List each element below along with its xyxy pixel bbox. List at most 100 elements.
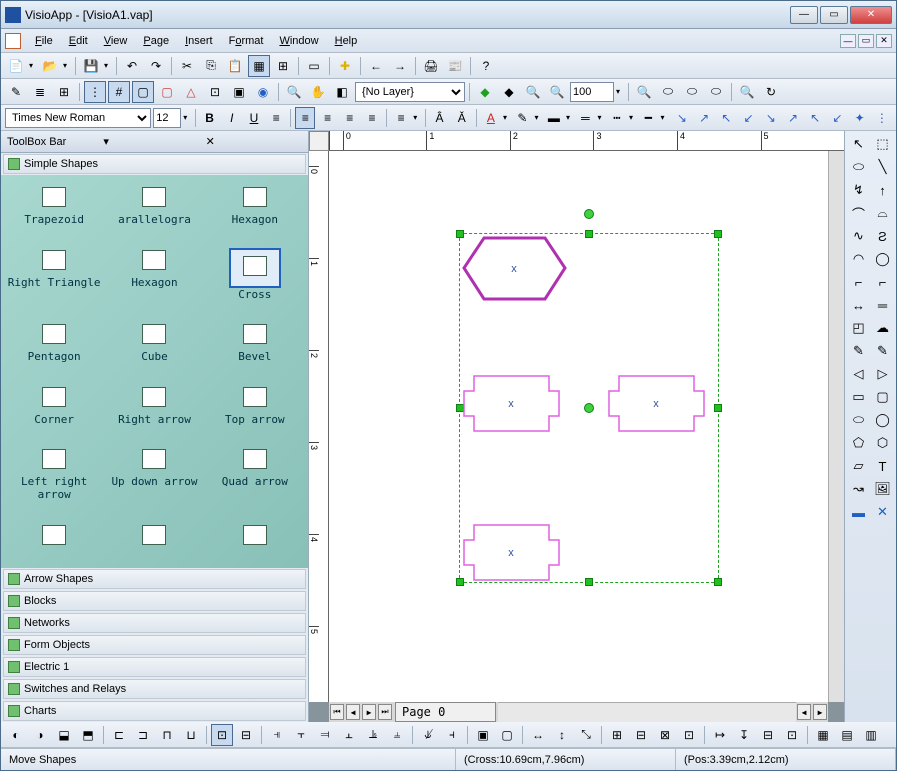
menu-window[interactable]: Window <box>271 33 326 49</box>
zoomplus-icon[interactable]: 🔍 <box>736 81 758 103</box>
bt-align-l[interactable]: ⫣ <box>266 724 288 746</box>
redo-button[interactable]: ↷ <box>145 55 167 77</box>
bt-align-m[interactable]: ⫡ <box>362 724 384 746</box>
layer-icon[interactable]: ◧ <box>331 81 353 103</box>
lasso-tool[interactable]: ⬭ <box>847 156 870 178</box>
strike-button[interactable]: ≡ <box>266 107 286 129</box>
bt-layout1[interactable]: ▦ <box>812 724 834 746</box>
mdi-close[interactable]: ✕ <box>876 34 892 48</box>
curve-tool[interactable]: ∿ <box>847 225 870 247</box>
line-style-button[interactable]: ═ <box>575 107 595 129</box>
menu-view[interactable]: View <box>96 33 136 49</box>
bt-size-b[interactable]: ⤡ <box>575 724 597 746</box>
connector-tool[interactable]: ↝ <box>847 478 870 500</box>
linespacing-button[interactable]: ≡ <box>391 107 411 129</box>
menu-file[interactable]: File <box>27 33 61 49</box>
toolbox-close-icon[interactable]: ✕ <box>206 135 302 148</box>
open-button[interactable]: 📂 <box>39 55 61 77</box>
toolbox-dropdown-icon[interactable]: ▾ <box>103 135 199 148</box>
preview-button[interactable]: 📰 <box>444 55 466 77</box>
underline-button[interactable]: U <box>244 107 264 129</box>
zoomout-icon[interactable]: 🔍 <box>546 81 568 103</box>
mdi-restore[interactable]: ▭ <box>858 34 874 48</box>
bt7[interactable]: ⊓ <box>156 724 178 746</box>
snap6-icon[interactable]: ⊡ <box>204 81 226 103</box>
pan-icon[interactable]: ✋ <box>307 81 329 103</box>
note1-tool[interactable]: ✎ <box>847 340 870 362</box>
menu-insert[interactable]: Insert <box>177 33 221 49</box>
conn10-icon[interactable]: ⋮ <box>872 107 892 129</box>
spline-tool[interactable]: Ƨ <box>871 225 894 247</box>
layervis-icon[interactable]: ◆ <box>474 81 496 103</box>
bt-size-h[interactable]: ↕ <box>551 724 573 746</box>
text-tool[interactable]: T <box>871 455 894 477</box>
layerlock-icon[interactable]: ◆ <box>498 81 520 103</box>
category-blocks[interactable]: Blocks <box>3 591 306 611</box>
menu-help[interactable]: Help <box>327 33 366 49</box>
bt1[interactable]: ◐ <box>5 724 27 746</box>
cloud-tool[interactable]: ☁ <box>871 317 894 339</box>
line-tool[interactable]: ╲ <box>871 156 894 178</box>
arc3-tool[interactable]: ◠ <box>847 248 870 270</box>
nav-prev[interactable]: ◀ <box>346 704 360 720</box>
font-color-button[interactable]: A <box>481 107 501 129</box>
shape-pentagon[interactable]: Pentagon <box>5 316 103 377</box>
menu-format[interactable]: Format <box>221 33 272 49</box>
snap1-icon[interactable]: ⋮ <box>84 81 106 103</box>
add-button[interactable]: ✚ <box>334 55 356 77</box>
polyline-tool[interactable]: ↯ <box>847 179 870 201</box>
zoomfit-icon[interactable]: 🔍 <box>283 81 305 103</box>
select-tool[interactable]: ⬚ <box>871 133 894 155</box>
region-tool[interactable]: ⬡ <box>871 432 894 454</box>
select-mode-button[interactable]: ▦ <box>248 55 270 77</box>
dim2-tool[interactable]: ═ <box>871 294 894 316</box>
align-justify-button[interactable]: ≡ <box>362 107 382 129</box>
oval-tool[interactable]: ⬭ <box>847 409 870 431</box>
vertical-scrollbar[interactable] <box>828 151 844 702</box>
conn9-icon[interactable]: ✦ <box>850 107 870 129</box>
bt-g4[interactable]: ⊡ <box>678 724 700 746</box>
left-button[interactable]: ← <box>365 55 387 77</box>
poly-tool[interactable]: ⬠ <box>847 432 870 454</box>
help-button[interactable]: ? <box>475 55 497 77</box>
bt-align-c[interactable]: ⫟ <box>290 724 312 746</box>
conn5-icon[interactable]: ↘ <box>761 107 781 129</box>
snap5-icon[interactable]: △ <box>180 81 202 103</box>
shape-misc1[interactable] <box>5 517 103 565</box>
bt-dist-v[interactable]: ⫞ <box>441 724 463 746</box>
bt-grid-h[interactable]: ⊟ <box>757 724 779 746</box>
maximize-button[interactable]: ▭ <box>820 6 848 24</box>
conn1-icon[interactable]: ↘ <box>672 107 692 129</box>
layers-icon[interactable]: ≣ <box>29 81 51 103</box>
align-button[interactable]: ⊞ <box>272 55 294 77</box>
ellipse-tool[interactable]: ◯ <box>871 248 894 270</box>
shape-corner[interactable]: Corner <box>5 379 103 440</box>
snap7-icon[interactable]: ▣ <box>228 81 250 103</box>
shape-right-arrow[interactable]: Right arrow <box>105 379 203 440</box>
menu-edit[interactable]: Edit <box>61 33 96 49</box>
note2-tool[interactable]: ✎ <box>871 340 894 362</box>
zoomreset-icon[interactable]: ↻ <box>760 81 782 103</box>
bt2[interactable]: ◑ <box>29 724 51 746</box>
shape-misc2[interactable] <box>105 517 203 565</box>
italic-button[interactable]: I <box>222 107 242 129</box>
page-tab-0[interactable]: Page 0 <box>395 702 496 722</box>
shape-hexagon[interactable]: Hexagon <box>206 179 304 240</box>
nav-first[interactable]: ⏮ <box>330 704 344 720</box>
shape-quad-arrow[interactable]: Quad arrow <box>206 441 304 515</box>
circle-tool[interactable]: ◯ <box>871 409 894 431</box>
snap2-icon[interactable]: # <box>108 81 130 103</box>
shape-trapezoid[interactable]: Trapezoid <box>5 179 103 240</box>
bt-ungroup[interactable]: ⊟ <box>630 724 652 746</box>
canvas[interactable]: x x x x <box>329 151 828 702</box>
cut-button[interactable]: ✂ <box>176 55 198 77</box>
zoom-sel-icon[interactable]: 🔍 <box>633 81 655 103</box>
font-size-input[interactable] <box>153 108 181 128</box>
align-center-button[interactable]: ≡ <box>317 107 337 129</box>
bt8[interactable]: ⊔ <box>180 724 202 746</box>
shape-parallelogram[interactable]: arallelogra <box>105 179 203 240</box>
dash-button[interactable]: ┅ <box>607 107 627 129</box>
fill-button[interactable]: ▬ <box>544 107 564 129</box>
menu-page[interactable]: Page <box>135 33 177 49</box>
bt-front[interactable]: ▣ <box>472 724 494 746</box>
